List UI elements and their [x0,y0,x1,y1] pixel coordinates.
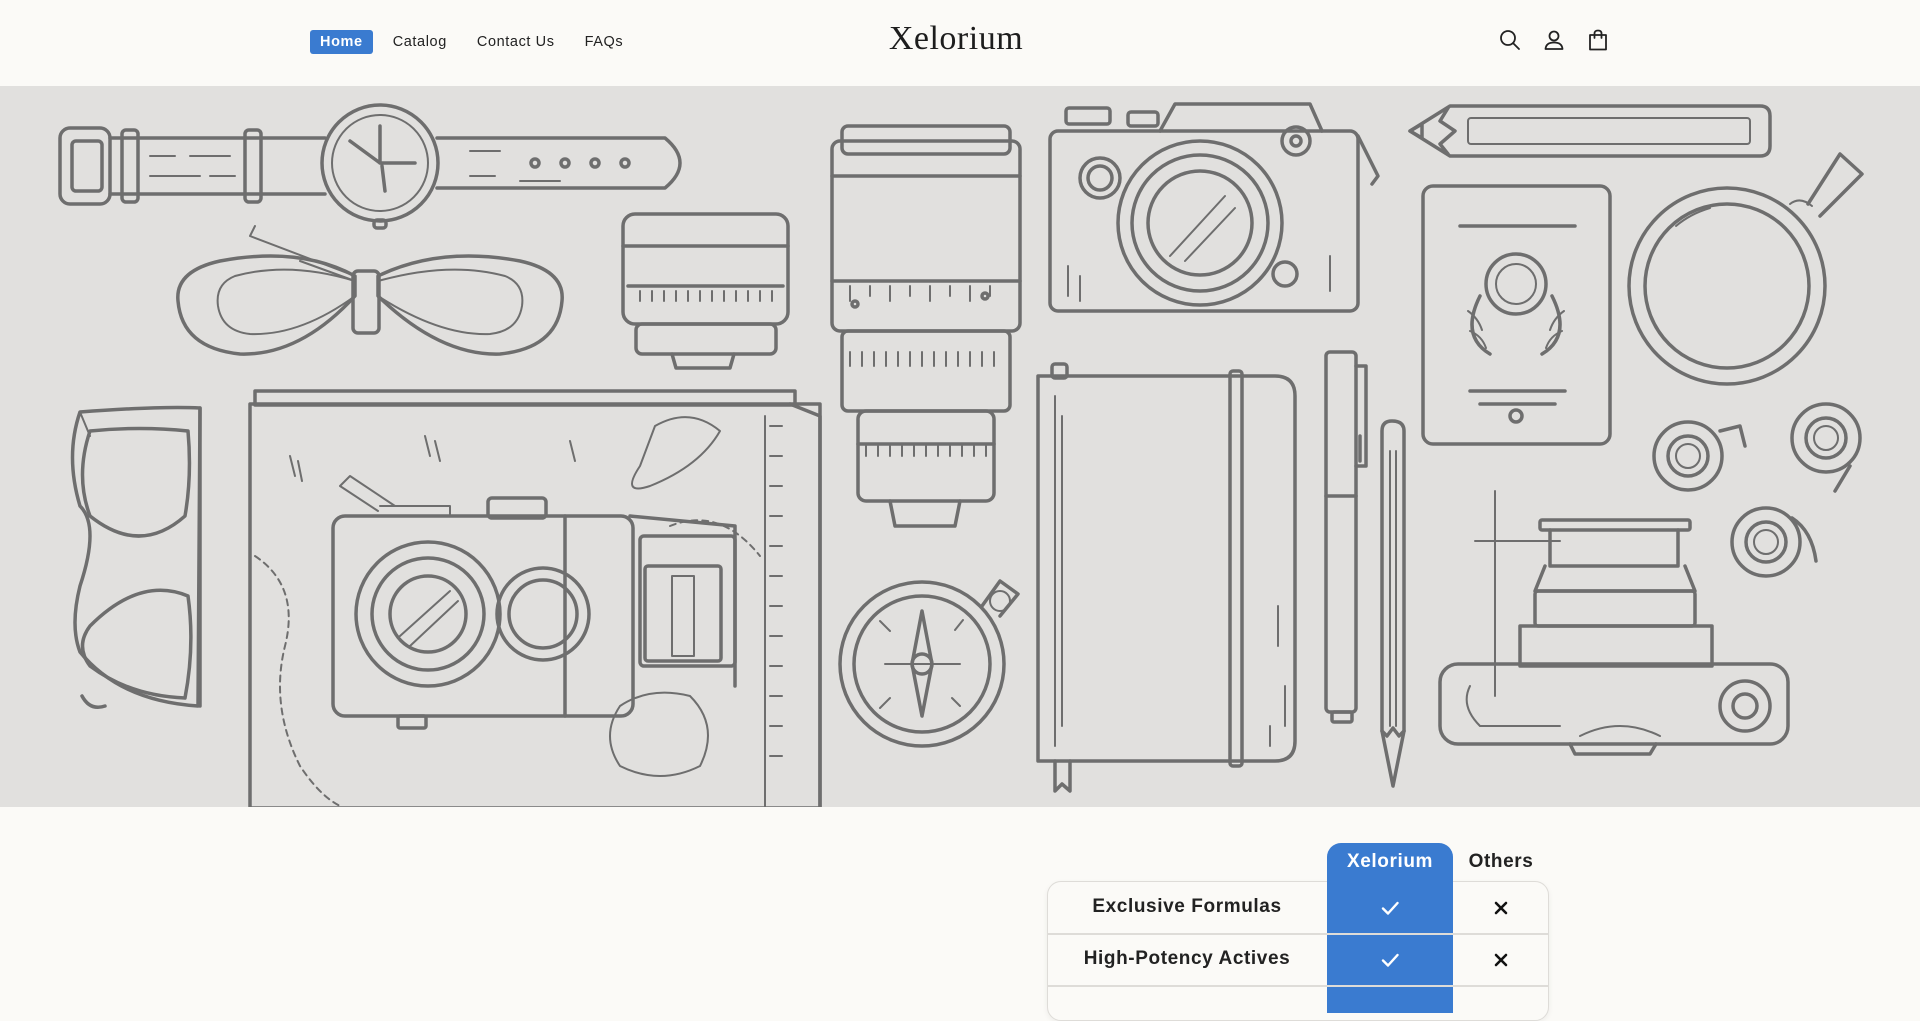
row-divider [1047,985,1549,987]
hero-illustration [58,102,1864,807]
sunglasses-illustration [70,405,202,709]
pen-illustration [1324,350,1368,724]
check-icon [1377,947,1403,973]
lens-cap-illustration [621,212,790,370]
check-icon [1377,895,1403,921]
cart-icon[interactable] [1586,28,1610,52]
header-icons [1498,28,1610,52]
site-header: Home Catalog Contact Us FAQs Xelorium [0,0,1920,86]
cross-icon [1488,895,1514,921]
passport-illustration [1421,184,1612,446]
cross-icon [1488,947,1514,973]
vintage-camera-illustration [331,475,737,730]
search-icon[interactable] [1498,28,1522,52]
compass-illustration [838,579,1020,748]
comparison-table: Xelorium Others Exclusive Formulas High-… [1047,843,1549,1021]
brand-column-header: Xelorium [1346,851,1434,872]
wristwatch-illustration [58,103,682,230]
row-label-high-potency-actives: High-Potency Actives [1083,948,1291,969]
notebook-illustration [1036,362,1297,793]
film-rolls-illustration [1652,402,1862,578]
camera-illustration [1048,102,1380,313]
pencil-vertical-illustration [1380,419,1406,788]
zoom-lens-illustration [830,124,1022,528]
bow-tie-illustration [176,225,564,356]
account-icon[interactable] [1542,28,1566,52]
row-divider [1047,933,1549,935]
others-column-header: Others [1468,851,1534,872]
pencil-illustration [1408,104,1772,158]
site-logo[interactable]: Xelorium [0,20,1912,58]
magnifying-glass-illustration [1627,152,1864,386]
row-label-exclusive-formulas: Exclusive Formulas [1092,896,1282,917]
hero-banner [0,86,1920,807]
